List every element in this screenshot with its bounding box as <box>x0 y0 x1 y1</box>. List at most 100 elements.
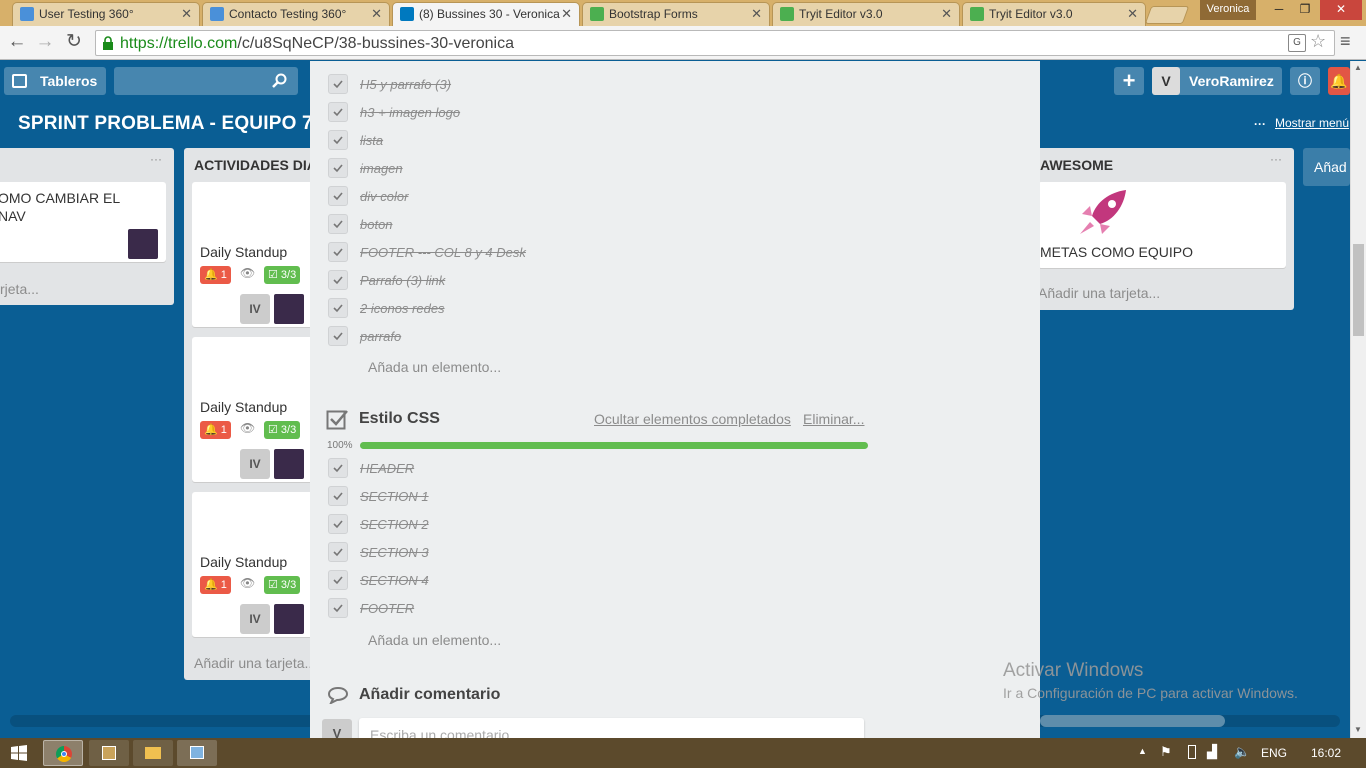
checkbox-checked-icon[interactable] <box>328 214 348 234</box>
windows-start-icon[interactable] <box>11 745 27 761</box>
minimize-icon[interactable]: ─ <box>1266 0 1292 20</box>
close-window-icon[interactable]: ✕ <box>1320 0 1362 20</box>
page-scrollbar[interactable]: ▲ ▼ <box>1350 61 1366 738</box>
checklist-item[interactable]: SECTION 2 <box>326 513 866 537</box>
show-menu-link[interactable]: Mostrar menú <box>1275 116 1349 130</box>
checklist-item[interactable]: HEADER <box>326 457 866 481</box>
list-title[interactable]: AWESOME <box>1040 157 1113 173</box>
add-list-button[interactable]: Añad <box>1303 148 1350 186</box>
address-bar[interactable]: https://trello.com/c/u8SqNeCP/38-bussine… <box>95 30 1335 56</box>
checkbox-checked-icon[interactable] <box>328 486 348 506</box>
browser-tab[interactable]: Tryit Editor v3.0 ✕ <box>772 2 960 26</box>
checklist-item-text[interactable]: HEADER <box>360 461 414 476</box>
action-center-flag-icon[interactable]: ⚑ <box>1160 744 1172 760</box>
scroll-down-icon[interactable]: ▼ <box>1354 725 1362 734</box>
list-menu-icon[interactable]: ··· <box>1270 152 1282 166</box>
add-item-link[interactable]: Añada un elemento... <box>368 632 501 650</box>
app-taskbar-icon[interactable] <box>89 740 129 766</box>
member-menu[interactable]: V VeroRamirez <box>1152 67 1282 95</box>
checkbox-checked-icon[interactable] <box>328 130 348 150</box>
checklist-item[interactable]: imagen <box>326 157 866 181</box>
checklist-item[interactable]: FOOTER --- COL 8 y 4 Desk <box>326 241 866 265</box>
add-item-link[interactable]: Añada un elemento... <box>368 359 501 377</box>
chrome-menu-icon[interactable]: ≡ <box>1340 31 1351 52</box>
add-button[interactable]: + <box>1114 67 1144 95</box>
checklist-item-text[interactable]: Parrafo (3) link <box>360 273 445 288</box>
translate-icon[interactable]: G <box>1288 34 1306 52</box>
search-input[interactable] <box>114 67 298 95</box>
volume-icon[interactable]: 🔈 <box>1234 744 1250 760</box>
checkbox-checked-icon[interactable] <box>328 326 348 346</box>
file-explorer-icon[interactable] <box>133 740 173 766</box>
boards-button[interactable]: Tableros <box>4 67 106 95</box>
clock[interactable]: 16:02 <box>1311 746 1341 760</box>
app-window-taskbar-icon[interactable] <box>177 740 217 766</box>
comment-input[interactable]: Escriba un comentario... <box>359 718 864 738</box>
browser-tab[interactable]: Tryit Editor v3.0 ✕ <box>962 2 1146 26</box>
checklist-item[interactable]: h3 + imagen logo <box>326 101 866 125</box>
checklist-item-text[interactable]: H5 y parrafo (3) <box>360 77 451 92</box>
checkbox-checked-icon[interactable] <box>328 542 348 562</box>
list-menu-icon[interactable]: ··· <box>150 152 162 166</box>
close-tab-icon[interactable]: ✕ <box>561 6 572 22</box>
checkbox-checked-icon[interactable] <box>328 186 348 206</box>
checklist-item[interactable]: lista <box>326 129 866 153</box>
checklist-item[interactable]: parrafo <box>326 325 866 349</box>
checkbox-checked-icon[interactable] <box>328 570 348 590</box>
close-tab-icon[interactable]: ✕ <box>371 6 382 22</box>
checkbox-checked-icon[interactable] <box>328 74 348 94</box>
checklist-item[interactable]: SECTION 4 <box>326 569 866 593</box>
checklist-item-text[interactable]: imagen <box>360 161 403 176</box>
board-title[interactable]: SPRINT PROBLEMA - EQUIPO 7 <box>18 113 313 135</box>
checklist-item-text[interactable]: SECTION 1 <box>360 489 429 504</box>
browser-tab[interactable]: User Testing 360° ✕ <box>12 2 200 26</box>
checklist-item-text[interactable]: lista <box>360 133 383 148</box>
checklist-item-text[interactable]: h3 + imagen logo <box>360 105 460 120</box>
checklist-item[interactable]: SECTION 3 <box>326 541 866 565</box>
list-card[interactable]: OMO CAMBIAR EL NAV <box>0 182 166 262</box>
add-card-link[interactable]: rjeta... <box>0 281 39 297</box>
standup-card[interactable]: Daily Standup 🔔 1 👁 ☑ 3/3 IV <box>192 492 314 637</box>
scroll-up-icon[interactable]: ▲ <box>1354 63 1362 72</box>
page-scrollbar-thumb[interactable] <box>1353 244 1364 336</box>
checklist-item[interactable]: FOOTER <box>326 597 866 621</box>
close-tab-icon[interactable]: ✕ <box>1127 6 1138 22</box>
checkbox-checked-icon[interactable] <box>328 458 348 478</box>
checklist-item-text[interactable]: 2 iconos redes <box>360 301 445 316</box>
checklist-item-text[interactable]: SECTION 2 <box>360 517 429 532</box>
chrome-taskbar-icon[interactable] <box>43 740 83 766</box>
notifications-icon[interactable]: 🔔 <box>1328 67 1350 95</box>
delete-checklist-link[interactable]: Eliminar... <box>803 411 864 427</box>
browser-tab[interactable]: Contacto Testing 360° ✕ <box>202 2 390 26</box>
checklist-item-text[interactable]: SECTION 3 <box>360 545 429 560</box>
checkbox-checked-icon[interactable] <box>328 158 348 178</box>
checklist-item[interactable]: boton <box>326 213 866 237</box>
checkbox-checked-icon[interactable] <box>328 598 348 618</box>
checkbox-checked-icon[interactable] <box>328 242 348 262</box>
list-title[interactable]: ACTIVIDADES DIA <box>194 157 317 173</box>
tray-expand-icon[interactable]: ▲ <box>1138 746 1147 756</box>
info-icon[interactable]: ⓘ <box>1290 67 1320 95</box>
network-signal-icon[interactable]: ▟ <box>1207 744 1217 760</box>
browser-tab-active[interactable]: (8) Bussines 30 - Veronica ✕ <box>392 2 580 27</box>
checklist-item-text[interactable]: FOOTER <box>360 601 414 616</box>
checklist-item-text[interactable]: FOOTER --- COL 8 y 4 Desk <box>360 245 526 260</box>
back-icon[interactable]: ← <box>5 31 29 55</box>
forward-icon[interactable]: → <box>33 31 57 55</box>
close-tab-icon[interactable]: ✕ <box>941 6 952 22</box>
profile-badge[interactable]: Veronica <box>1200 0 1256 20</box>
checklist-item-text[interactable]: SECTION 4 <box>360 573 429 588</box>
close-tab-icon[interactable]: ✕ <box>181 6 192 22</box>
checkbox-checked-icon[interactable] <box>328 270 348 290</box>
checklist-item[interactable]: div color <box>326 185 866 209</box>
checklist-item-text[interactable]: boton <box>360 217 393 232</box>
close-tab-icon[interactable]: ✕ <box>751 6 762 22</box>
standup-card[interactable]: Daily Standup 🔔 1 👁 ☑ 3/3 IV <box>192 182 314 327</box>
checkbox-checked-icon[interactable] <box>328 514 348 534</box>
reload-icon[interactable]: ↻ <box>62 31 86 55</box>
add-card-link[interactable]: Añadir una tarjeta... <box>194 655 316 671</box>
checklist-title[interactable]: Estilo CSS <box>359 410 440 428</box>
checkbox-checked-icon[interactable] <box>328 102 348 122</box>
battery-icon[interactable] <box>1188 745 1196 759</box>
browser-tab[interactable]: Bootstrap Forms ✕ <box>582 2 770 26</box>
